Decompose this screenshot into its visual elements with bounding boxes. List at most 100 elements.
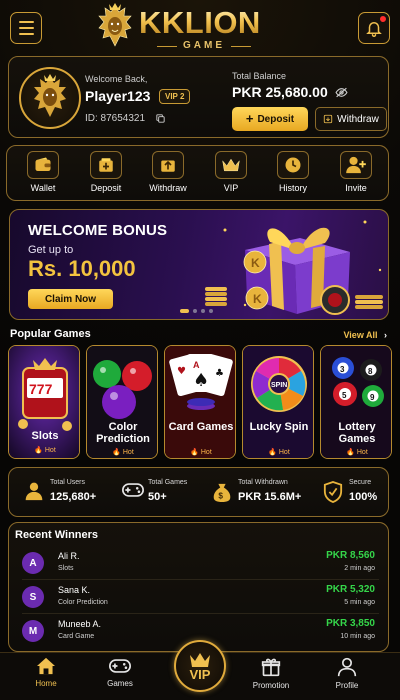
game-card-card-games[interactable]: A ♠ ♥ ♣ Card Games 🔥 Hot bbox=[164, 345, 236, 459]
nav-label: Home bbox=[35, 679, 57, 688]
action-invite[interactable]: Invite bbox=[331, 151, 381, 197]
game-card-slots[interactable]: 777 Slots 🔥 Hot bbox=[8, 345, 80, 459]
banner-title: WELCOME BONUS bbox=[28, 222, 168, 239]
row-divider bbox=[22, 579, 379, 580]
svg-text:K: K bbox=[251, 256, 260, 270]
game-card-color-prediction[interactable]: Color Prediction 🔥 Hot bbox=[86, 345, 158, 459]
menu-button[interactable] bbox=[10, 12, 42, 44]
nav-promotion[interactable]: Promotion bbox=[241, 657, 301, 699]
clock-icon bbox=[285, 157, 301, 173]
gamepad-icon bbox=[109, 659, 131, 673]
svg-text:♠: ♠ bbox=[193, 370, 209, 391]
stat-secure: Secure 100% bbox=[323, 476, 388, 510]
banner-subtitle: Get up to bbox=[28, 244, 74, 256]
game-name: Card Games bbox=[168, 421, 234, 433]
carousel-dots[interactable] bbox=[180, 309, 213, 313]
balance-label: Total Balance bbox=[232, 71, 287, 81]
chevron-right-icon: › bbox=[384, 330, 387, 340]
stat-value: PKR 15.6M+ bbox=[238, 491, 302, 503]
shield-icon bbox=[323, 481, 343, 503]
view-all-label: View All bbox=[343, 330, 378, 340]
recent-winners-title: Recent Winners bbox=[15, 529, 99, 541]
bell-icon bbox=[366, 22, 382, 37]
action-wallet[interactable]: Wallet bbox=[18, 151, 68, 197]
nav-label: Promotion bbox=[252, 681, 290, 690]
vip-level-badge: VIP 2 bbox=[159, 89, 191, 104]
recent-winners-panel: Recent Winners A Ali R. Slots PKR 8,560 … bbox=[8, 522, 389, 652]
game-card-lottery-games[interactable]: 3 8 5 9 Lottery Games 🔥 Hot bbox=[320, 345, 392, 459]
fire-icon: 🔥 bbox=[190, 449, 199, 456]
game-card-lucky-spin[interactable]: SPIN Lucky Spin 🔥 Hot bbox=[242, 345, 314, 459]
stat-label: Secure bbox=[349, 479, 372, 486]
eye-hidden-icon[interactable] bbox=[335, 87, 348, 98]
popular-games-list: 777 Slots 🔥 Hot Color Prediction 🔥 Hot A… bbox=[8, 345, 392, 460]
hot-tag: 🔥 Hot bbox=[346, 449, 368, 456]
game-name: Color Prediction bbox=[96, 421, 150, 445]
action-label: History bbox=[278, 183, 307, 193]
plus-icon: + bbox=[245, 111, 254, 126]
claim-now-button[interactable]: Claim Now bbox=[28, 289, 113, 309]
svg-text:♣: ♣ bbox=[215, 368, 224, 379]
notification-button[interactable] bbox=[358, 12, 390, 44]
profile-card: Welcome Back, Player123 VIP 2 ID: 876543… bbox=[8, 56, 389, 138]
welcome-bonus-banner[interactable]: K K WELCOME BONUS Get up to Rs. 10,000 C… bbox=[9, 209, 389, 320]
winner-time: 5 min ago bbox=[344, 599, 375, 606]
winner-name: Ali R. bbox=[58, 551, 80, 561]
view-all-link[interactable]: View All › bbox=[343, 330, 387, 340]
quick-actions-bar: Wallet Deposit Withdraw VIP History Invi… bbox=[6, 145, 389, 201]
stat-label: Total Withdrawn bbox=[238, 479, 288, 486]
winner-row: A Ali R. Slots PKR 8,560 2 min ago bbox=[13, 549, 383, 580]
stat-value: 125,680+ bbox=[50, 491, 97, 503]
menu-icon bbox=[18, 21, 34, 23]
gift-icon bbox=[261, 658, 281, 677]
nav-vip-button[interactable]: VIP bbox=[174, 640, 226, 692]
balance-value: PKR 25,680.00 bbox=[232, 84, 328, 100]
hot-tag: 🔥 Hot bbox=[34, 447, 56, 454]
winner-game: Card Game bbox=[58, 633, 95, 640]
withdraw-button[interactable]: Withdraw bbox=[315, 107, 387, 131]
stats-bar: Total Users 125,680+ Total Games 50+ $ T… bbox=[8, 467, 389, 517]
action-vip[interactable]: VIP bbox=[206, 151, 256, 197]
carousel-dot[interactable] bbox=[193, 309, 197, 313]
action-history[interactable]: History bbox=[268, 151, 318, 197]
deposit-button[interactable]: + Deposit bbox=[232, 107, 308, 131]
crown-icon bbox=[222, 158, 240, 172]
carousel-dot[interactable] bbox=[209, 309, 213, 313]
svg-text:3: 3 bbox=[340, 365, 345, 374]
row-divider bbox=[22, 613, 379, 614]
hot-tag: 🔥 Hot bbox=[268, 449, 290, 456]
action-deposit[interactable]: Deposit bbox=[81, 151, 131, 197]
winner-avatar: S bbox=[22, 586, 44, 608]
carousel-dot-active[interactable] bbox=[180, 309, 189, 313]
nav-home[interactable]: Home bbox=[16, 657, 76, 699]
svg-text:8: 8 bbox=[368, 367, 373, 376]
carousel-dot[interactable] bbox=[201, 309, 205, 313]
stat-label: Total Games bbox=[148, 479, 188, 486]
app-root: KKLION GAME Welcome Back, Player123 VIP … bbox=[0, 0, 400, 700]
svg-text:K: K bbox=[253, 292, 262, 306]
nav-games[interactable]: Games bbox=[90, 657, 150, 699]
brand-name: KKLION bbox=[139, 5, 261, 40]
winner-avatar: A bbox=[22, 552, 44, 574]
svg-text:♥: ♥ bbox=[177, 366, 186, 377]
winner-game: Slots bbox=[58, 565, 74, 572]
copy-icon[interactable] bbox=[155, 113, 166, 124]
lion-avatar-icon bbox=[34, 74, 66, 117]
user-id: ID: 87654321 bbox=[85, 113, 146, 124]
slot-machine-icon: 777 bbox=[9, 346, 79, 458]
svg-text:SPIN: SPIN bbox=[271, 382, 287, 389]
withdraw-icon bbox=[323, 114, 333, 124]
top-header: KKLION GAME bbox=[0, 0, 400, 56]
deposit-button-label: Deposit bbox=[257, 113, 295, 125]
brand-subtitle: GAME bbox=[157, 40, 251, 51]
fire-icon: 🔥 bbox=[34, 447, 43, 454]
svg-text:5: 5 bbox=[342, 391, 347, 400]
withdraw-button-label: Withdraw bbox=[337, 113, 379, 125]
add-user-icon bbox=[346, 156, 366, 174]
winner-amount: PKR 5,320 bbox=[326, 584, 375, 595]
action-withdraw[interactable]: Withdraw bbox=[143, 151, 193, 197]
winner-amount: PKR 8,560 bbox=[326, 550, 375, 561]
avatar[interactable] bbox=[19, 67, 81, 129]
brand-logo: KKLION GAME bbox=[95, 2, 310, 54]
nav-profile[interactable]: Profile bbox=[317, 657, 377, 699]
